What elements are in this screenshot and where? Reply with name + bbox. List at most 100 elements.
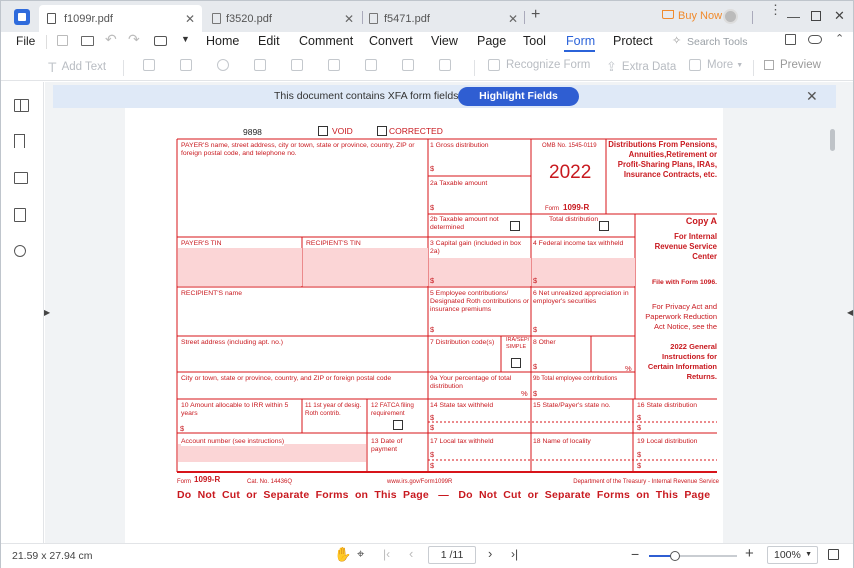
cart-icon[interactable] [662, 10, 674, 19]
document-icon [369, 13, 378, 24]
thumbnails-icon[interactable] [14, 99, 29, 112]
box3-field[interactable] [429, 258, 531, 286]
tab-f5471[interactable]: f5471.pdf ✕ [364, 5, 524, 32]
previous-page-icon[interactable]: ‹ [409, 546, 413, 561]
corrected-label: CORRECTED [389, 126, 443, 136]
payer-tin-field[interactable] [178, 248, 302, 286]
zoom-in-icon[interactable]: + [745, 545, 754, 562]
highlight-fields-button[interactable]: Highlight Fields [458, 87, 579, 106]
menu-form[interactable]: Form [566, 34, 595, 48]
quick-access-dropdown-icon[interactable]: ▼ [181, 34, 190, 44]
zoom-out-icon[interactable]: − [631, 546, 639, 562]
box9a-label: 9a Your percentage of total distribution [430, 375, 512, 390]
menu-file[interactable]: File [16, 34, 35, 48]
comment-icon[interactable] [14, 172, 28, 184]
menu-page[interactable]: Page [477, 34, 506, 48]
page-number-input[interactable]: 1 /11 [428, 546, 476, 564]
total-distribution-label: Total distribution [549, 216, 599, 223]
tab-f3520[interactable]: f3520.pdf ✕ [204, 5, 364, 32]
menu-tool[interactable]: Tool [523, 34, 546, 48]
redo-icon[interactable]: ↷ [128, 31, 140, 48]
close-icon[interactable]: ✕ [185, 12, 195, 26]
radio-button-field-button[interactable] [217, 59, 235, 71]
recognize-form-button[interactable]: Recognize Form [488, 59, 590, 71]
add-text-button[interactable]: T Add Text [48, 59, 106, 75]
push-button-button[interactable] [328, 59, 346, 71]
first-page-icon[interactable]: |‹ [383, 547, 390, 561]
menu-view[interactable]: View [431, 34, 458, 48]
close-icon[interactable]: ✕ [344, 12, 354, 26]
combo-box-button[interactable] [291, 59, 309, 71]
corrected-checkbox[interactable] [377, 126, 387, 136]
list-box-button[interactable] [254, 59, 272, 71]
search-tools-field[interactable]: Search Tools [687, 36, 748, 48]
expand-right-panel-icon[interactable]: ◀ [847, 308, 853, 317]
box1-label: 1 Gross distribution [430, 142, 489, 149]
menu-edit[interactable]: Edit [258, 34, 280, 48]
box5-label: 5 Employee contributions/ Designated Rot… [430, 290, 529, 313]
vertical-scrollbar[interactable] [830, 129, 835, 151]
buy-now-button[interactable]: Buy Now [678, 10, 722, 22]
signature-field-button[interactable] [402, 59, 420, 71]
avatar[interactable] [723, 9, 738, 24]
account-number-field[interactable] [178, 444, 366, 462]
print-icon[interactable] [154, 36, 167, 46]
menu-protect[interactable]: Protect [613, 34, 653, 48]
form-number: 1099-R [563, 203, 590, 212]
zoom-slider-thumb[interactable] [670, 551, 681, 561]
zoom-slider[interactable] [649, 551, 737, 561]
recognize-form-icon [488, 59, 500, 71]
checkbox-field-button[interactable] [180, 59, 198, 71]
expand-left-panel-icon[interactable]: ▶ [44, 308, 50, 317]
new-tab-icon[interactable]: + [531, 6, 540, 24]
box9b-label: 9b Total employee contributions [533, 376, 618, 382]
minimize-icon[interactable]: — [787, 9, 800, 24]
fit-page-icon[interactable] [828, 549, 839, 560]
attachment-icon[interactable] [14, 208, 26, 222]
mail-icon[interactable] [81, 36, 94, 46]
menu-comment[interactable]: Comment [299, 34, 353, 48]
undo-icon[interactable]: ↶ [105, 31, 117, 48]
recipient-tin-field[interactable] [303, 248, 428, 286]
irs-url: www.irs.gov/Form1099R [387, 479, 453, 485]
save-icon[interactable] [57, 35, 68, 46]
image-field-button[interactable] [365, 59, 383, 71]
void-checkbox[interactable] [318, 126, 328, 136]
more-options-icon[interactable]: ⋮ [769, 3, 782, 16]
hand-tool-icon[interactable]: ✋ [334, 546, 351, 563]
cloud-upload-icon[interactable] [808, 35, 822, 44]
total-distribution-checkbox[interactable] [599, 221, 609, 231]
bookmark-icon[interactable] [14, 134, 25, 148]
box16-label: 16 State distribution [637, 402, 698, 409]
page-dimensions: 21.59 x 27.94 cm [12, 550, 93, 562]
preview-toggle[interactable]: Preview [764, 59, 821, 71]
last-page-icon[interactable]: ›| [511, 547, 518, 561]
menu-convert[interactable]: Convert [369, 34, 413, 48]
search-icon[interactable] [14, 245, 26, 257]
chevron-down-icon: ▼ [736, 61, 744, 69]
dollar-sign: $ [180, 424, 185, 433]
maximize-icon[interactable] [811, 11, 821, 21]
list-box-icon [254, 59, 266, 71]
close-window-icon[interactable]: ✕ [834, 8, 845, 24]
collapse-ribbon-icon[interactable]: ⌃ [835, 32, 844, 45]
close-icon[interactable]: ✕ [806, 88, 818, 105]
text-field-button[interactable] [143, 59, 161, 71]
ira-sep-simple-checkbox[interactable] [511, 358, 521, 368]
zoom-level-select[interactable]: 100% ▼ [767, 546, 818, 564]
more-button[interactable]: More ▼ [689, 59, 743, 71]
next-page-icon[interactable]: › [488, 546, 492, 561]
box4-field[interactable] [532, 258, 635, 286]
select-tool-icon[interactable]: ⌖ [357, 546, 364, 562]
extra-data-button[interactable]: ⇪ Extra Data [606, 59, 676, 75]
date-field-button[interactable] [439, 59, 457, 71]
share-icon[interactable] [785, 34, 796, 45]
tab-f1099r[interactable]: f1099r.pdf ✕ [39, 5, 202, 32]
box2b-checkbox[interactable] [510, 221, 520, 231]
fatca-checkbox[interactable] [393, 420, 403, 430]
extra-data-label: Extra Data [621, 61, 677, 73]
close-icon[interactable]: ✕ [508, 12, 518, 26]
dollar-sign: $ [533, 325, 538, 334]
box13-label: 13 Date of payment [371, 438, 403, 453]
menu-home[interactable]: Home [206, 34, 239, 48]
